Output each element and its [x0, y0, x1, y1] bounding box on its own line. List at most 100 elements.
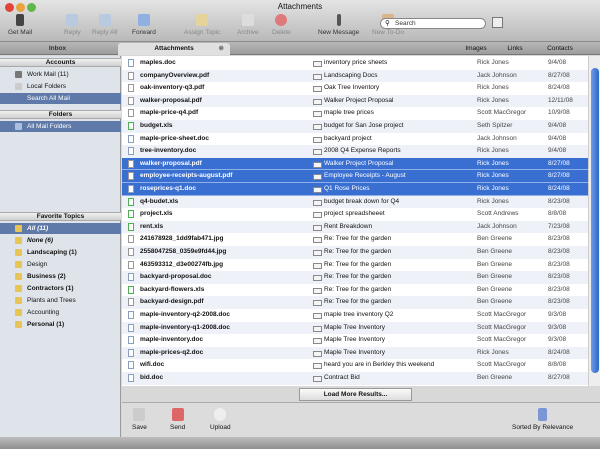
account-search-all-mail[interactable]: Search All Mail: [0, 93, 121, 104]
file-name: maple-inventory.doc: [140, 336, 204, 344]
table-row[interactable]: project.xls project spreadsheeet Scott And…: [122, 208, 588, 221]
archive-button[interactable]: Archive: [237, 14, 259, 36]
date: 8/8/08: [548, 210, 567, 218]
account-local-folders[interactable]: Local Folders: [0, 81, 121, 92]
upload-button[interactable]: Upload: [210, 408, 231, 431]
topic-item[interactable]: Design: [0, 259, 121, 270]
subject: Re: Tree for the garden: [324, 285, 392, 293]
load-more-button[interactable]: Load More Results...: [299, 388, 412, 401]
table-row[interactable]: 463593312_d3e00274fb.jpg Re: Tree for the…: [122, 259, 588, 272]
new-message-button[interactable]: New Message: [318, 14, 359, 36]
close-tab-icon[interactable]: ⊗: [219, 43, 224, 55]
topic-item[interactable]: Business (2): [0, 271, 121, 282]
reply-all-button[interactable]: Reply All: [92, 14, 117, 36]
topic-label: None (6): [27, 237, 53, 244]
table-row[interactable]: walker-proposal.pdf Walker Project Propos…: [122, 94, 588, 108]
reply-button[interactable]: Reply: [64, 14, 81, 36]
account-work-mail[interactable]: Work Mail (11): [0, 69, 121, 80]
table-row[interactable]: maples.doc inventory price sheets Rick Jon…: [122, 57, 588, 70]
table-row[interactable]: budget.xls budget for San Jose project Set…: [122, 120, 588, 133]
table-row[interactable]: oak-inventory-q3.pdf Oak Tree Inventory Ri…: [122, 82, 588, 95]
file-doc-icon: [128, 311, 134, 319]
envelope-icon: [313, 98, 322, 105]
file-doc-icon: [128, 336, 134, 345]
table-row[interactable]: q4-budet.xls budget break down for Q4 Rick…: [122, 195, 588, 209]
subject: Re: Tree for the garden: [324, 273, 392, 281]
table-row[interactable]: bid.doc Contract Bid Ben Greene 8/27/08: [122, 372, 588, 385]
table-row[interactable]: wifi.doc heard you are in Berkley this we…: [122, 359, 588, 372]
contacts-button[interactable]: Contacts: [538, 43, 582, 55]
topic-item[interactable]: Landscaping (1): [0, 247, 121, 258]
sender: Rick Jones: [477, 147, 509, 155]
table-row[interactable]: maple-prices-q2.doc Maple Tree Inventory R…: [122, 346, 588, 360]
table-row[interactable]: backyard-design.pdf Re: Tree for the gard…: [122, 296, 588, 309]
scrollbar[interactable]: [588, 56, 600, 386]
topic-folder-icon: [15, 297, 22, 304]
get-mail-button[interactable]: Get Mail: [8, 14, 32, 36]
save-label: Save: [132, 424, 147, 431]
table-row[interactable]: rent.xls Rent Breakdown Jack Johnson 7/23/0…: [122, 220, 588, 234]
topic-item[interactable]: None (6): [0, 235, 121, 246]
search-options-button[interactable]: [492, 17, 503, 28]
links-button[interactable]: Links: [500, 43, 530, 55]
save-button[interactable]: Save: [132, 408, 147, 431]
topic-item[interactable]: Contractors (1): [0, 283, 121, 294]
assign-topic-button[interactable]: Assign Topic: [184, 14, 220, 36]
file-doc-icon: [128, 59, 134, 67]
assign-topic-label: Assign Topic: [184, 29, 221, 36]
account-label: Search All Mail: [27, 95, 70, 102]
sender: Scott MacGregor: [477, 323, 527, 331]
sender: Ben Greene: [477, 235, 513, 243]
delete-button[interactable]: Delete: [272, 14, 291, 36]
send-button[interactable]: Send: [170, 408, 185, 431]
table-row[interactable]: roseprices-q1.doc Q1 Rose Prices Rick Jone…: [122, 183, 588, 196]
file-name: maple-inventory-q2-2008.doc: [140, 311, 230, 318]
topic-item[interactable]: All (11): [0, 223, 121, 234]
table-row[interactable]: companyOverview.pdf Landscaping Docs Jack …: [122, 69, 588, 83]
table-row[interactable]: 241678928_1dd9fab471.jpg Re: Tree for the…: [122, 233, 588, 246]
envelope-icon: [313, 136, 322, 143]
table-row[interactable]: maple-price-sheet.doc backyard project Jac…: [122, 133, 588, 146]
sender: Scott MacGregor: [477, 311, 527, 318]
table-row[interactable]: backyard-flowers.xls Re: Tree for the gar…: [122, 284, 588, 297]
table-row[interactable]: maple-inventory-q1-2008.doc Maple Tree In…: [122, 321, 588, 335]
table-row[interactable]: employee-receipts-august.pdf Employee Rec…: [122, 170, 588, 183]
topic-folder-icon: [15, 237, 22, 244]
date: 9/3/08: [548, 336, 567, 344]
file-name: backyard-design.pdf: [140, 298, 204, 306]
tab-inbox[interactable]: Inbox: [0, 43, 115, 55]
topic-item[interactable]: Personal (1): [0, 319, 121, 330]
favorite-topics-header[interactable]: Favorite Topics: [0, 212, 121, 221]
folders-header[interactable]: Folders: [0, 110, 121, 119]
table-row[interactable]: maple-price-q4.pdf maple tree prices Scott…: [122, 107, 588, 120]
subject: Q1 Rose Prices: [324, 185, 370, 192]
folder-all-mail[interactable]: All Mail Folders: [0, 121, 121, 132]
sort-icon: [538, 408, 548, 421]
table-row[interactable]: maple-inventory-q2-2008.doc maple tree in…: [122, 309, 588, 322]
folder-label: All Mail Folders: [27, 123, 72, 130]
table-row[interactable]: tree-inventory.doc 2008 Q4 Expense Report…: [122, 145, 588, 158]
sort-button[interactable]: Sorted By Relevance: [512, 408, 573, 431]
accounts-header[interactable]: Accounts: [0, 58, 121, 67]
table-row[interactable]: maple-inventory.doc Maple Tree Inventory S…: [122, 334, 588, 347]
file-pdf-icon: [128, 71, 134, 80]
envelope-icon: [313, 174, 322, 181]
sender: Rick Jones: [477, 172, 509, 180]
table-row[interactable]: 2558047258_0359e9fd44.jpg Re: Tree for th…: [122, 246, 588, 259]
envelope-icon: [313, 376, 322, 382]
images-button[interactable]: Images: [458, 43, 494, 55]
tab-attachments[interactable]: Attachments ⊗: [118, 43, 230, 55]
scrollbar-thumb[interactable]: [591, 68, 599, 373]
topic-label: Design: [27, 261, 48, 268]
forward-button[interactable]: Forward: [132, 14, 156, 36]
topic-item[interactable]: Plants and Trees: [0, 295, 121, 306]
table-row[interactable]: walker-proposal.pdf Walker Project Propos…: [122, 157, 588, 171]
date: 8/23/08: [548, 273, 570, 281]
table-row[interactable]: backyard-proposal.doc Re: Tree for the ga…: [122, 271, 588, 284]
topic-item[interactable]: Accounting: [0, 307, 121, 318]
search-input[interactable]: Search ⚲: [380, 18, 486, 29]
envelope-icon: [313, 300, 322, 307]
date: 9/4/08: [548, 59, 567, 66]
sender: Ben Greene: [477, 298, 513, 306]
subject: Walker Project Proposal: [324, 159, 394, 167]
